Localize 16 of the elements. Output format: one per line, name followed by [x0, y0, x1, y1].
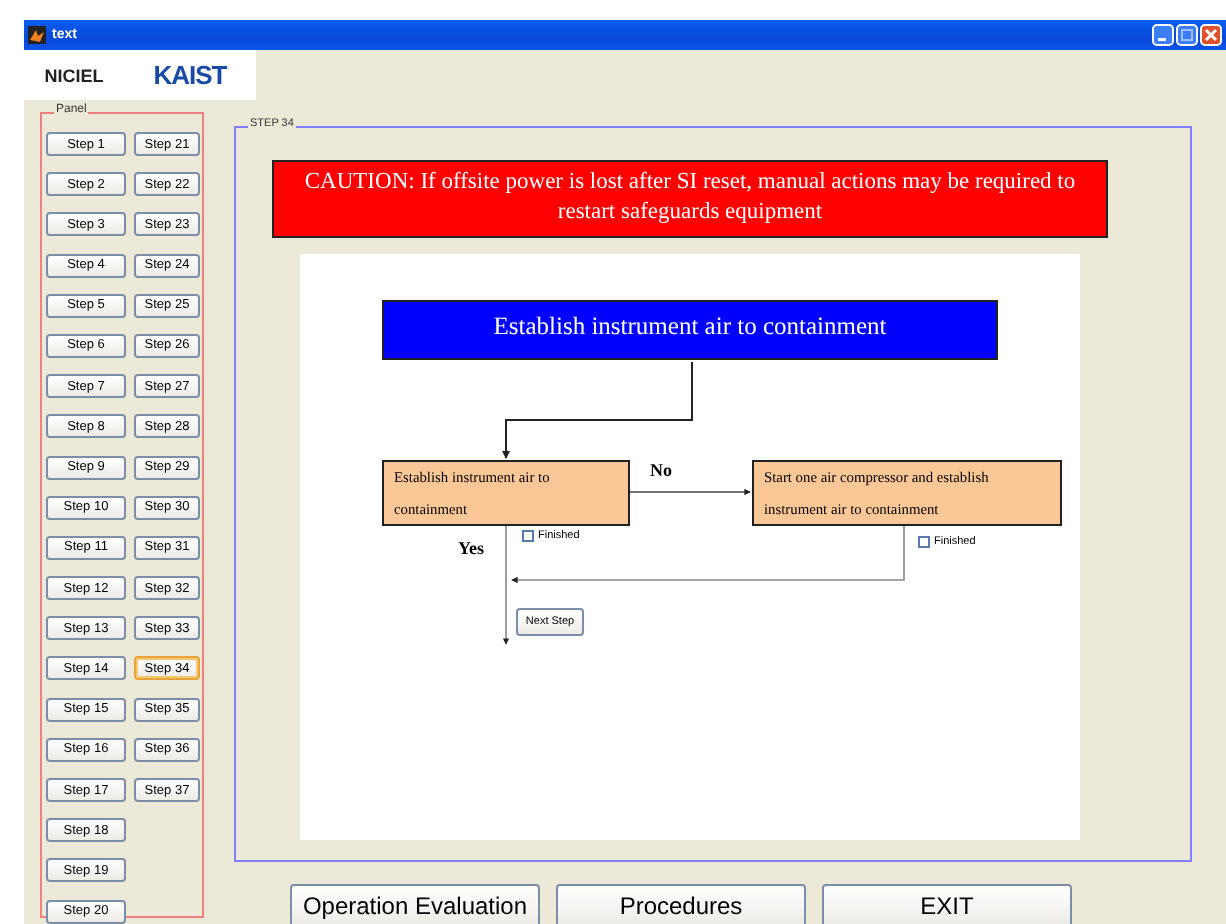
- flowchart-heading: Establish instrument air to containment: [382, 300, 998, 360]
- action-button[interactable]: Procedures: [556, 884, 806, 924]
- checkbox[interactable]: [522, 530, 534, 542]
- action-button[interactable]: EXIT: [822, 884, 1072, 924]
- app-icon: [28, 26, 46, 44]
- maximize-icon[interactable]: [1176, 24, 1198, 46]
- no-label: No: [650, 460, 672, 480]
- kaist-logo: KAIST: [124, 50, 256, 100]
- caution-banner: CAUTION: If offsite power is lost after SI reset, manual actions may be required to restart safeguards equipment: [272, 160, 1108, 238]
- minimize-icon[interactable]: [1152, 24, 1174, 46]
- close-icon[interactable]: [1200, 24, 1222, 46]
- yes-label: Yes: [458, 538, 484, 558]
- niciel-logo: NICIEL: [24, 50, 124, 100]
- action-button[interactable]: Operation Evaluation: [290, 884, 540, 924]
- checkbox[interactable]: [918, 536, 930, 548]
- connector-arrow: [629, 488, 751, 496]
